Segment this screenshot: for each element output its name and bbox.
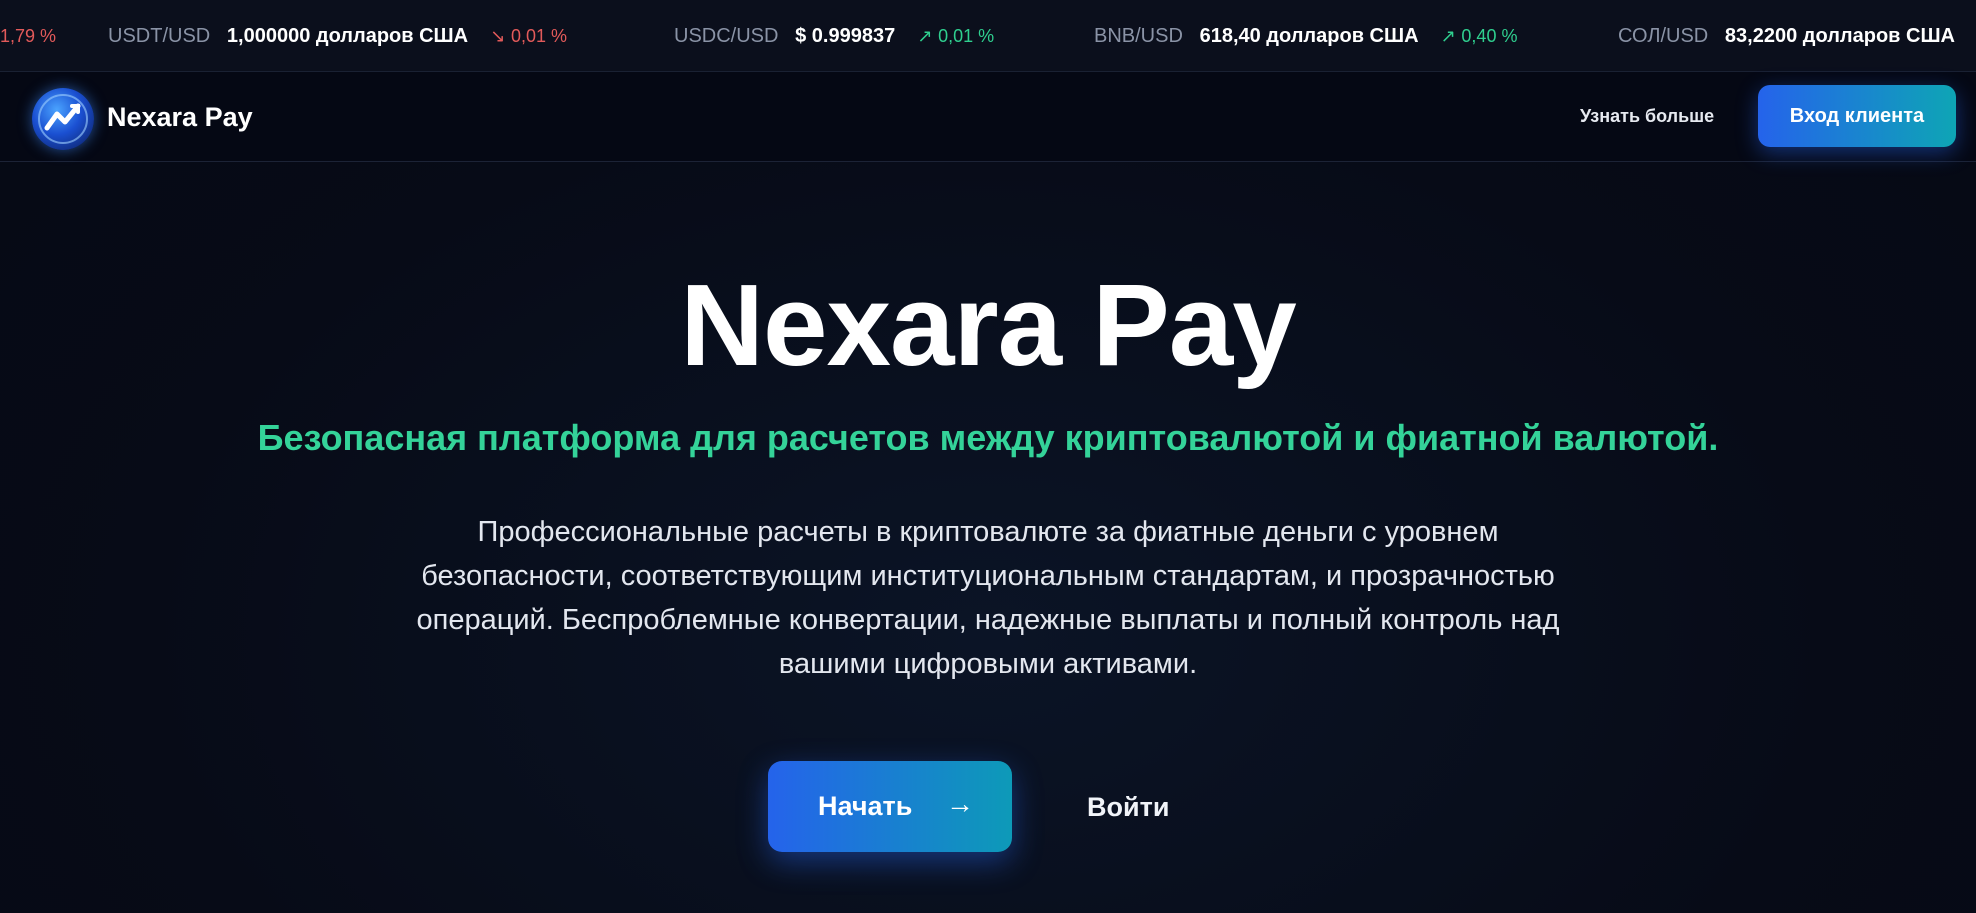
ticker-symbol: USDT/USD	[108, 25, 211, 47]
page: 1,79 % USDT/USD 1,000000 долларов США ↘ …	[0, 0, 1976, 913]
ticker-item[interactable]: 1,79 %	[0, 0, 57, 71]
hero-subtitle: Безопасная платформа для расчетов между …	[257, 417, 1719, 458]
hero-description: Профессиональные расчеты в криптовалюте …	[416, 516, 1560, 680]
arrow-right-icon: →	[946, 788, 974, 819]
ticker-item[interactable]: USDC/USD $ 0.999837 ↗ 0,01 %	[674, 0, 995, 71]
ticker-change: 0,40 %	[1461, 26, 1518, 46]
ticker-price: 1,000000 долларов США	[226, 25, 469, 47]
ticker-symbol: СОЛ/USD	[1618, 25, 1709, 47]
ticker-symbol: USDC/USD	[674, 25, 779, 47]
start-button-label: Начать	[818, 791, 913, 821]
ticker-price: 618,40 долларов США	[1199, 25, 1419, 47]
ticker-item[interactable]: USDT/USD 1,000000 долларов США ↘ 0,01 %	[108, 0, 568, 71]
ticker-change: 0,01 %	[938, 26, 995, 46]
ticker-item[interactable]: BNB/USD 618,40 долларов США ↗ 0,40 %	[1094, 0, 1518, 71]
trend-down-icon: ↘	[490, 26, 506, 46]
trend-up-icon: ↗	[1440, 26, 1456, 46]
logo-mark-icon	[38, 94, 88, 144]
ticker-price: $ 0.999837	[795, 25, 896, 47]
ticker-change: 1,79 %	[0, 26, 57, 46]
price-ticker: 1,79 % USDT/USD 1,000000 долларов США ↘ …	[0, 0, 1976, 72]
brand-name[interactable]: Nexara Pay	[107, 102, 253, 133]
ticker-change: 0,01 %	[511, 26, 568, 46]
ticker-symbol: BNB/USD	[1094, 25, 1183, 47]
learn-more-link[interactable]: Узнать больше	[1580, 106, 1714, 127]
hero-title: Nexara Pay	[680, 260, 1297, 390]
logo-icon[interactable]	[32, 88, 94, 150]
site-header: Nexara Pay Узнать больше Вход клиента	[0, 72, 1976, 162]
ticker-item[interactable]: СОЛ/USD 83,2200 долларов США	[1618, 0, 1955, 71]
trend-up-icon: ↗	[917, 26, 933, 46]
client-login-button[interactable]: Вход клиента	[1758, 85, 1956, 147]
ticker-price: 83,2200 долларов США	[1724, 25, 1955, 47]
login-button[interactable]: Войти	[1087, 792, 1169, 823]
start-button[interactable]: Начать →	[768, 761, 1012, 852]
